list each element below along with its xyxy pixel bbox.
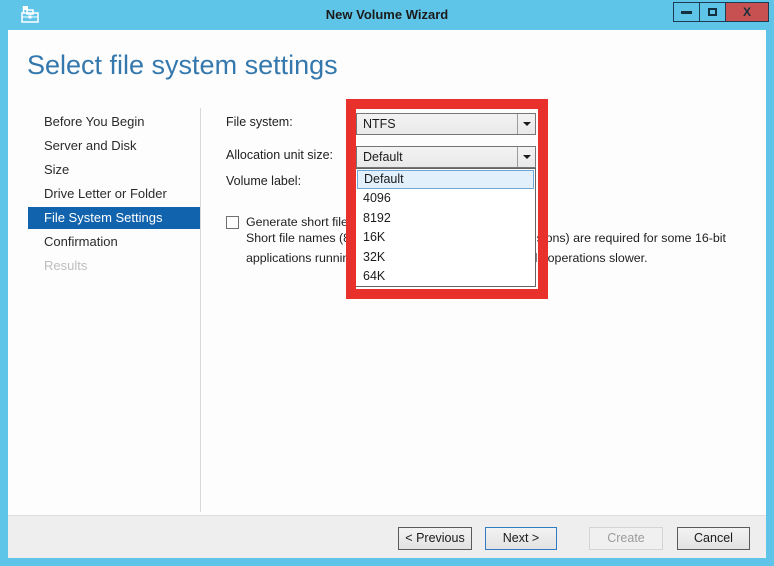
- minimize-icon: [681, 10, 692, 14]
- sidebar-item-confirmation[interactable]: Confirmation: [28, 231, 200, 253]
- sidebar-item-drive-letter-or-folder[interactable]: Drive Letter or Folder: [28, 183, 200, 205]
- red-annotation-rectangle: [346, 99, 548, 299]
- maximize-icon: [708, 8, 717, 16]
- close-button[interactable]: X: [725, 2, 769, 22]
- sidebar-separator: [200, 108, 201, 512]
- sidebar-item-file-system-settings[interactable]: File System Settings: [28, 207, 200, 229]
- file-system-label: File system:: [226, 115, 293, 129]
- create-button: Create: [589, 527, 663, 550]
- page-title: Select file system settings: [27, 50, 338, 80]
- maximize-button[interactable]: [699, 2, 726, 22]
- footer: < Previous Next > Create Cancel: [8, 515, 766, 558]
- next-button[interactable]: Next >: [485, 527, 557, 550]
- close-icon: X: [742, 5, 751, 19]
- titlebar: New Volume Wizard X: [0, 0, 774, 30]
- sidebar-item-server-and-disk[interactable]: Server and Disk: [28, 135, 200, 157]
- sidebar-item-size[interactable]: Size: [28, 159, 200, 181]
- allocation-unit-size-label: Allocation unit size:: [226, 148, 334, 162]
- window-title: New Volume Wizard: [325, 7, 449, 22]
- minimize-button[interactable]: [673, 2, 700, 22]
- new-volume-wizard-window: New Volume Wizard X Select file system s…: [0, 0, 774, 566]
- sidebar-item-results: Results: [44, 258, 88, 273]
- generate-short-names-checkbox[interactable]: [226, 216, 239, 229]
- cancel-button[interactable]: Cancel: [677, 527, 750, 550]
- volume-label-label: Volume label:: [226, 174, 302, 188]
- window-controls: X: [673, 2, 769, 22]
- sidebar-item-before-you-begin[interactable]: Before You Begin: [28, 111, 200, 133]
- previous-button[interactable]: < Previous: [398, 527, 472, 550]
- wizard-content: Select file system settings Before You B…: [8, 30, 766, 515]
